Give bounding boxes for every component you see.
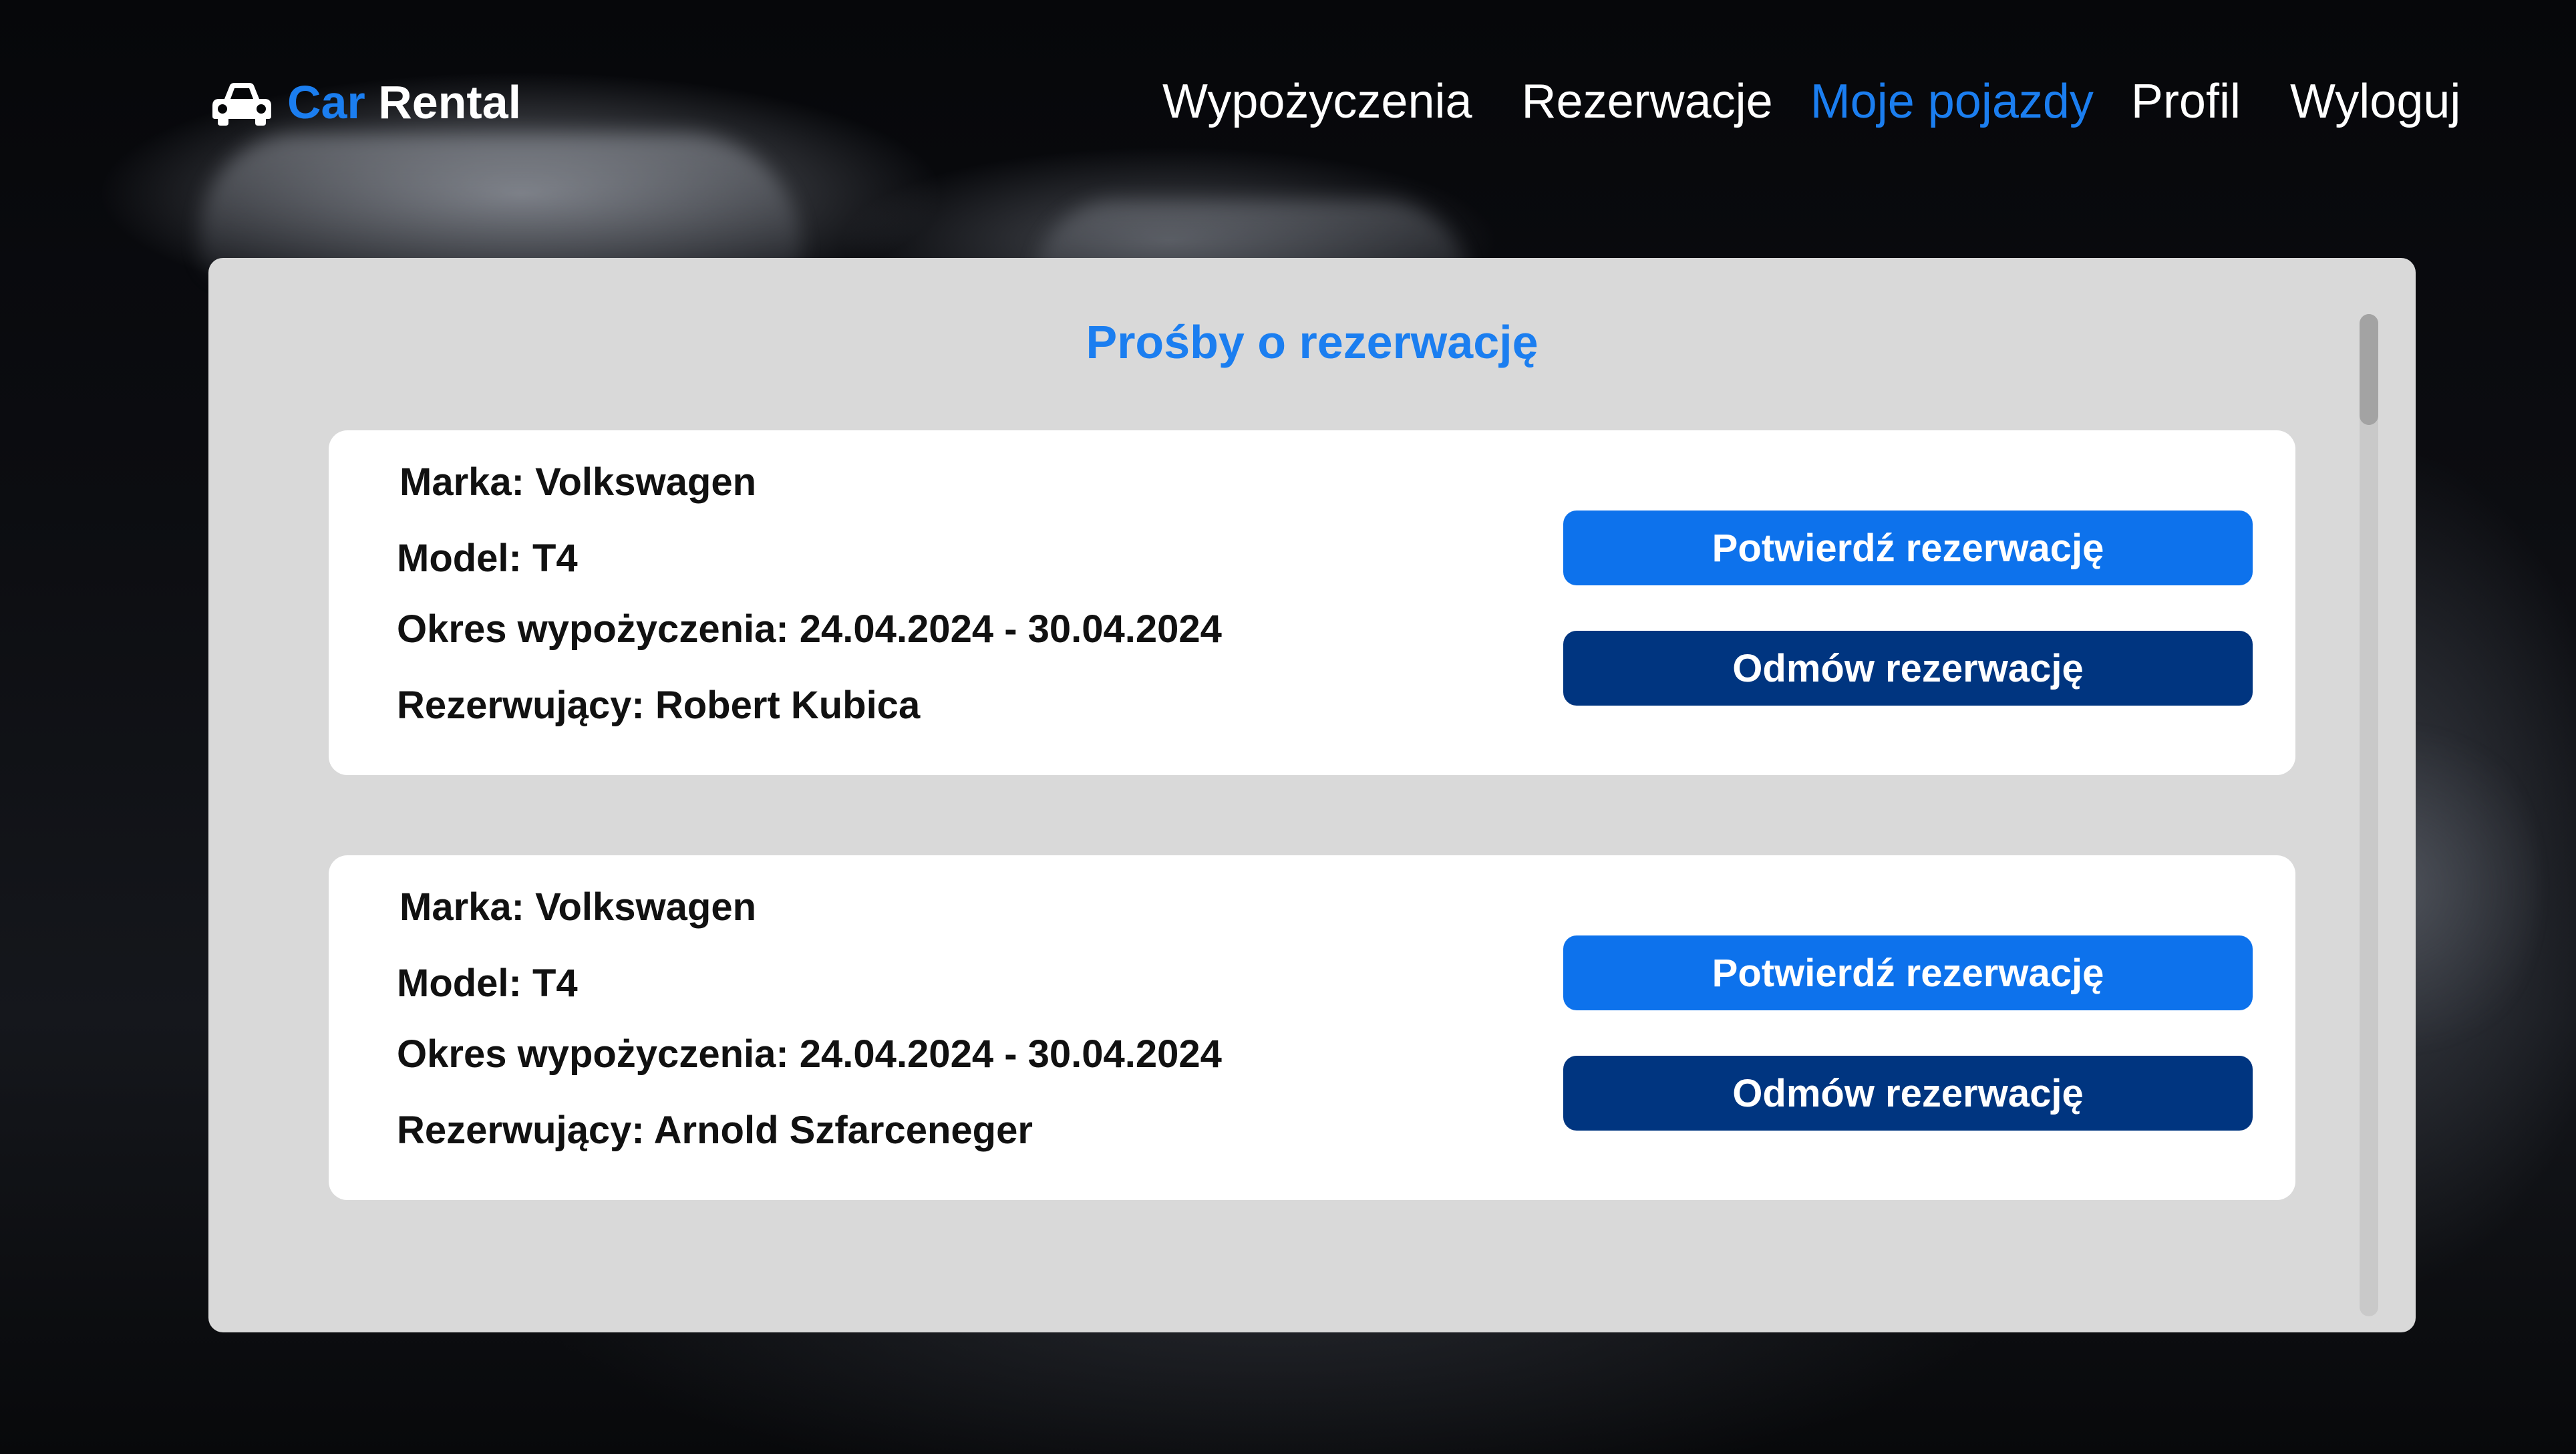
brand-logo[interactable]: Car Rental	[211, 72, 521, 132]
request-person: Rezerwujący: Robert Kubica	[397, 684, 921, 727]
request-card: Marka: Volkswagen Model: T4 Okres wypoży…	[329, 855, 2295, 1200]
request-period: Okres wypożyczenia: 24.04.2024 - 30.04.2…	[397, 607, 1222, 651]
car-icon	[212, 83, 271, 126]
confirm-reservation-button[interactable]: Potwierdź rezerwację	[1563, 935, 2253, 1010]
request-card: Marka: Volkswagen Model: T4 Okres wypoży…	[329, 430, 2295, 775]
nav-link-wypozyczenia[interactable]: Wypożyczenia	[1162, 74, 1472, 129]
reservation-requests-panel: Prośby o rezerwację Marka: Volkswagen Mo…	[208, 258, 2416, 1332]
request-brand: Marka: Volkswagen	[399, 460, 757, 504]
brand-name: Rental	[378, 76, 522, 128]
scrollbar-track[interactable]	[2360, 314, 2378, 1316]
nav-link-rezerwacje[interactable]: Rezerwacje	[1522, 74, 1773, 129]
reject-reservation-button[interactable]: Odmów rezerwację	[1563, 631, 2253, 706]
nav-link-profil[interactable]: Profil	[2131, 74, 2241, 129]
nav-menu: Wypożyczenia Rezerwacje Moje pojazdy Pro…	[1162, 68, 2460, 135]
confirm-reservation-button[interactable]: Potwierdź rezerwację	[1563, 511, 2253, 585]
reject-reservation-button[interactable]: Odmów rezerwację	[1563, 1056, 2253, 1131]
request-model: Model: T4	[397, 537, 578, 580]
request-person: Rezerwujący: Arnold Szfarceneger	[397, 1109, 1033, 1152]
request-brand: Marka: Volkswagen	[399, 885, 757, 929]
scrollbar-thumb[interactable]	[2360, 314, 2378, 425]
page-title: Prośby o rezerwację	[1086, 316, 1539, 368]
request-model: Model: T4	[397, 962, 578, 1005]
navbar: Car Rental Wypożyczenia Rezerwacje Moje …	[0, 0, 2576, 200]
nav-link-wyloguj[interactable]: Wyloguj	[2290, 74, 2460, 129]
request-period: Okres wypożyczenia: 24.04.2024 - 30.04.2…	[397, 1032, 1222, 1076]
brand-name-accent: Car	[287, 76, 365, 128]
nav-link-moje-pojazdy[interactable]: Moje pojazdy	[1810, 74, 2094, 129]
